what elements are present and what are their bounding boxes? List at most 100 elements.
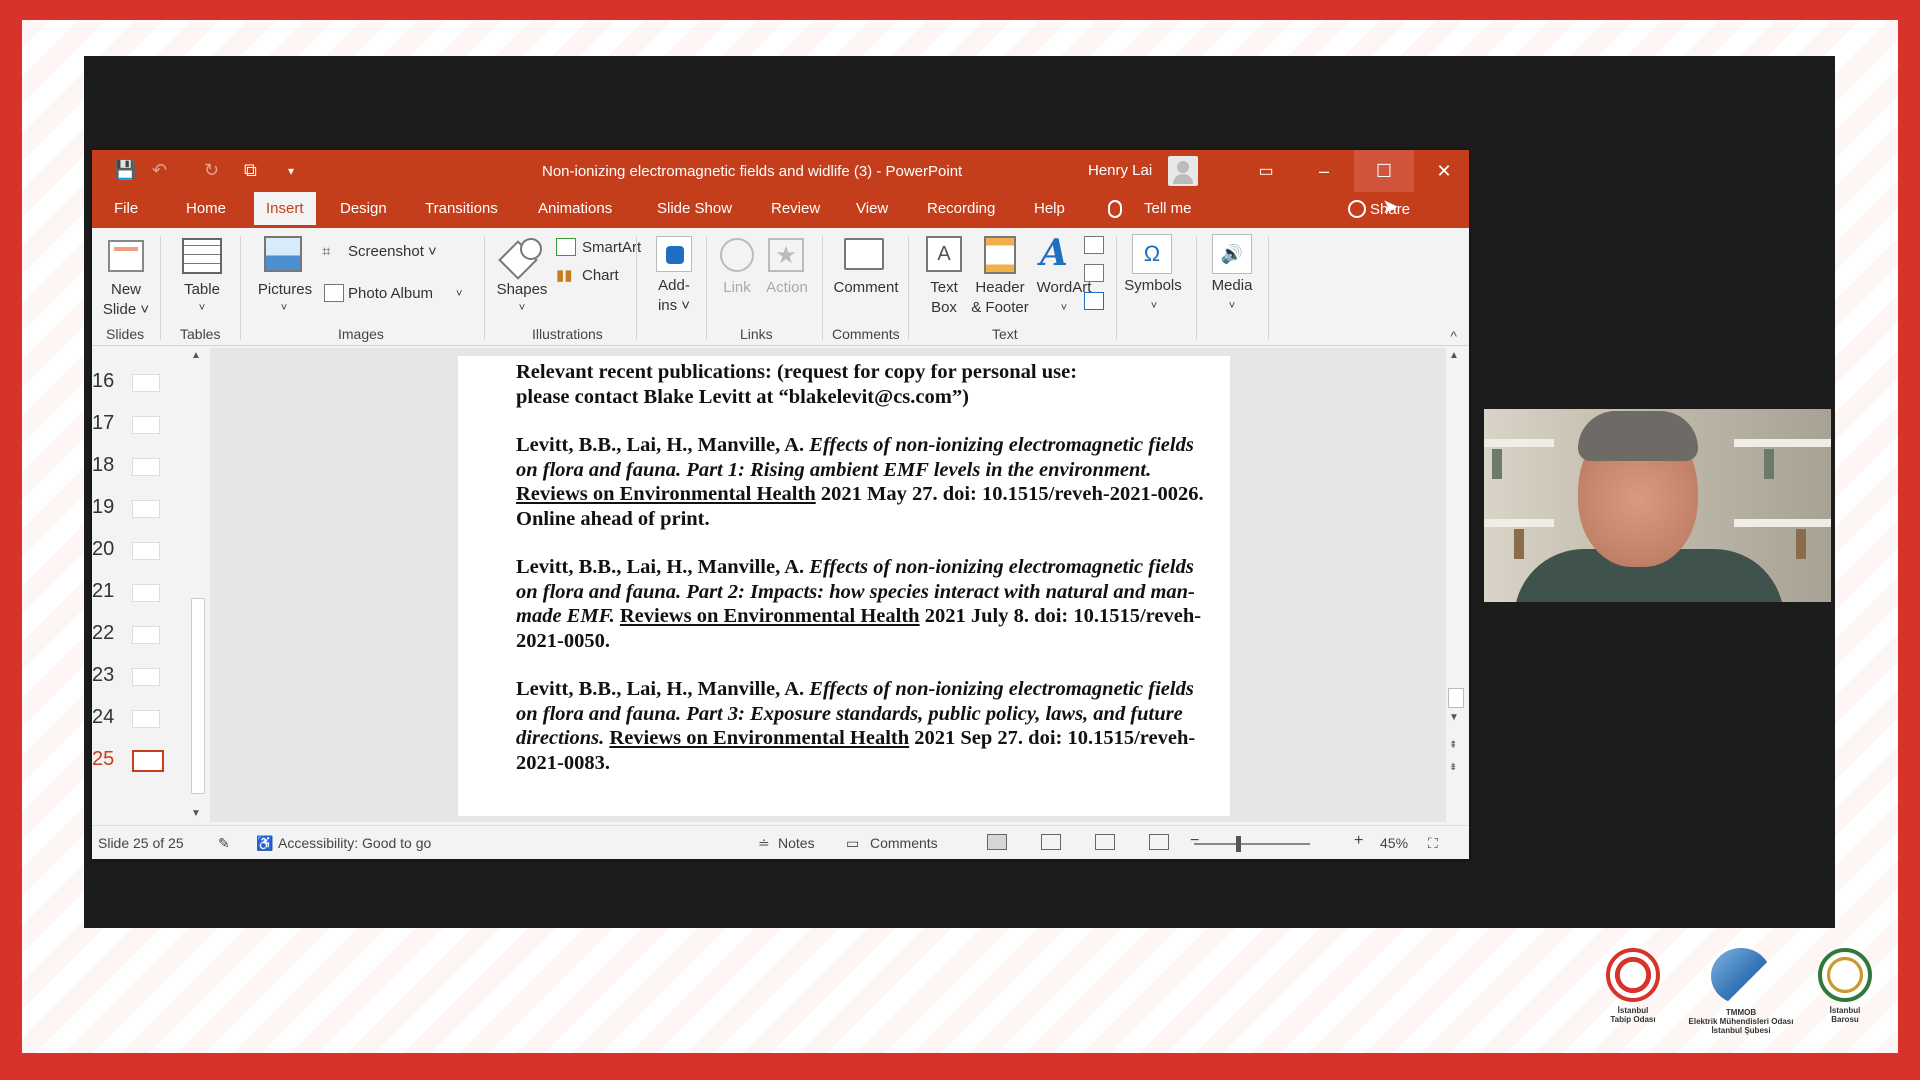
maximize-button[interactable]: ☐	[1354, 150, 1414, 192]
slide-sorter-icon[interactable]	[1041, 834, 1061, 850]
accessibility-status[interactable]: Accessibility: Good to go	[278, 835, 431, 851]
thumbnail-number[interactable]: 23	[92, 664, 114, 687]
tab-help[interactable]: Help	[1034, 200, 1065, 217]
spelling-icon[interactable]: ✎	[218, 835, 230, 852]
add-ins-label-2[interactable]: ins ˅	[648, 296, 700, 316]
smartart-button[interactable]: SmartArt	[582, 238, 641, 258]
chevron-down-icon[interactable]: ˅	[272, 298, 296, 318]
table-icon[interactable]	[182, 238, 222, 274]
smartart-icon[interactable]	[556, 238, 576, 256]
slide-show-icon[interactable]	[1149, 834, 1169, 850]
notes-button[interactable]: Notes	[778, 835, 815, 851]
editor-scrollbar[interactable]: ▲ ▼ ⇞ ⇟	[1446, 348, 1466, 822]
minimize-button[interactable]: –	[1294, 150, 1354, 192]
thumbnail-number[interactable]: 18	[92, 454, 114, 477]
scrollbar-thumb[interactable]	[1448, 688, 1464, 708]
next-slide-icon[interactable]: ⇟	[1449, 762, 1457, 773]
symbols-icon[interactable]: Ω	[1132, 234, 1172, 274]
tab-insert[interactable]: Insert	[254, 192, 316, 228]
chevron-down-icon[interactable]: ˅	[190, 298, 214, 318]
slide-thumbnail[interactable]	[132, 500, 160, 518]
slide-text[interactable]: Relevant recent publications: (request f…	[516, 360, 1216, 799]
zoom-in-icon[interactable]: +	[1354, 832, 1363, 850]
new-slide-button-label-1[interactable]: New	[104, 280, 148, 300]
comment-button[interactable]: Comment	[828, 278, 904, 298]
close-button[interactable]: ✕	[1414, 150, 1474, 192]
zoom-slider[interactable]	[1194, 843, 1310, 845]
avatar[interactable]	[1168, 156, 1198, 186]
header-footer-label-2[interactable]: & Footer	[964, 298, 1036, 318]
pictures-button[interactable]: Pictures	[254, 280, 316, 300]
collapse-ribbon-icon[interactable]: ^	[1450, 328, 1457, 344]
tab-transitions[interactable]: Transitions	[425, 200, 498, 217]
chevron-down-icon[interactable]: ˅	[1052, 298, 1076, 318]
thumbnail-scrollbar[interactable]: ▲ ▼	[188, 348, 208, 822]
wordart-icon[interactable]: A	[1040, 232, 1068, 274]
scroll-down-icon[interactable]: ▼	[191, 808, 201, 819]
date-time-icon[interactable]	[1084, 236, 1104, 254]
new-slide-button-label-2[interactable]: Slide ˅	[98, 300, 154, 320]
customize-toolbar-icon[interactable]: ▾	[288, 164, 294, 178]
photo-album-button[interactable]: Photo Album	[348, 284, 433, 304]
chevron-down-icon[interactable]: ˅	[1220, 296, 1244, 316]
chart-button[interactable]: Chart	[582, 266, 619, 286]
speaker-icon[interactable]: 🔊	[1212, 234, 1252, 274]
add-ins-icon[interactable]	[656, 236, 692, 272]
chevron-down-icon[interactable]: ˅	[1142, 296, 1166, 316]
previous-slide-icon[interactable]: ⇞	[1449, 740, 1457, 751]
tab-review[interactable]: Review	[771, 200, 820, 217]
thumbnail-number[interactable]: 17	[92, 412, 114, 435]
slide-thumbnail[interactable]	[132, 542, 160, 560]
ribbon-display-icon[interactable]: ▭	[1236, 150, 1296, 192]
slide-thumbnail[interactable]	[132, 710, 160, 728]
table-button[interactable]: Table	[180, 280, 224, 300]
thumbnail-number[interactable]: 20	[92, 538, 114, 561]
normal-view-icon[interactable]	[987, 834, 1007, 850]
thumbnail-number[interactable]: 24	[92, 706, 114, 729]
thumbnail-number[interactable]: 16	[92, 370, 114, 393]
add-ins-label-1[interactable]: Add-	[648, 276, 700, 296]
save-icon[interactable]: 💾	[114, 160, 136, 181]
current-slide[interactable]: Relevant recent publications: (request f…	[458, 356, 1230, 816]
fit-to-window-icon[interactable]: ⛶	[1428, 835, 1438, 852]
tab-design[interactable]: Design	[340, 200, 387, 217]
text-box-label-2[interactable]: Box	[918, 298, 970, 318]
object-icon[interactable]	[1084, 292, 1104, 310]
reading-view-icon[interactable]	[1095, 834, 1115, 850]
slide-number-icon[interactable]	[1084, 264, 1104, 282]
comment-icon[interactable]	[844, 238, 884, 270]
zoom-slider-thumb[interactable]	[1236, 836, 1241, 852]
comments-icon[interactable]: ▭	[846, 835, 859, 852]
scroll-up-icon[interactable]: ▲	[1449, 350, 1459, 361]
thumbnail-number[interactable]: 22	[92, 622, 114, 645]
zoom-out-icon[interactable]: −	[1190, 832, 1199, 850]
accessibility-icon[interactable]: ♿	[256, 835, 273, 852]
chevron-down-icon[interactable]: ˅	[510, 298, 534, 318]
comments-button[interactable]: Comments	[870, 835, 938, 851]
text-box-label-1[interactable]: Text	[918, 278, 970, 298]
slide-thumbnail[interactable]	[132, 626, 160, 644]
symbols-button[interactable]: Symbols	[1118, 276, 1188, 296]
slide-thumbnail[interactable]	[132, 416, 160, 434]
header-footer-icon[interactable]	[984, 236, 1016, 274]
zoom-level[interactable]: 45%	[1380, 835, 1408, 851]
tab-recording[interactable]: Recording	[927, 200, 995, 217]
slide-thumbnail-active[interactable]	[132, 750, 164, 772]
thumbnail-number-active[interactable]: 25	[92, 748, 114, 771]
new-slide-icon[interactable]	[108, 240, 144, 272]
thumbnail-number[interactable]: 19	[92, 496, 114, 519]
thumbnail-number[interactable]: 21	[92, 580, 114, 603]
undo-icon[interactable]: ↶	[152, 160, 167, 181]
slide-thumbnail[interactable]	[132, 584, 160, 602]
chart-icon[interactable]: ▮▮	[556, 266, 573, 286]
tell-me-search[interactable]: Tell me	[1144, 200, 1192, 217]
screenshot-button[interactable]: Screenshot ˅	[348, 242, 437, 262]
shapes-button[interactable]: Shapes	[492, 280, 552, 300]
screenshot-icon[interactable]: ⌗	[322, 242, 330, 262]
notes-icon[interactable]: ≐	[758, 835, 770, 852]
scroll-down-icon[interactable]: ▼	[1449, 712, 1459, 723]
shapes-icon[interactable]	[502, 236, 542, 274]
scroll-up-icon[interactable]: ▲	[191, 350, 201, 361]
header-footer-label-1[interactable]: Header	[964, 278, 1036, 298]
slide-thumbnail[interactable]	[132, 458, 160, 476]
